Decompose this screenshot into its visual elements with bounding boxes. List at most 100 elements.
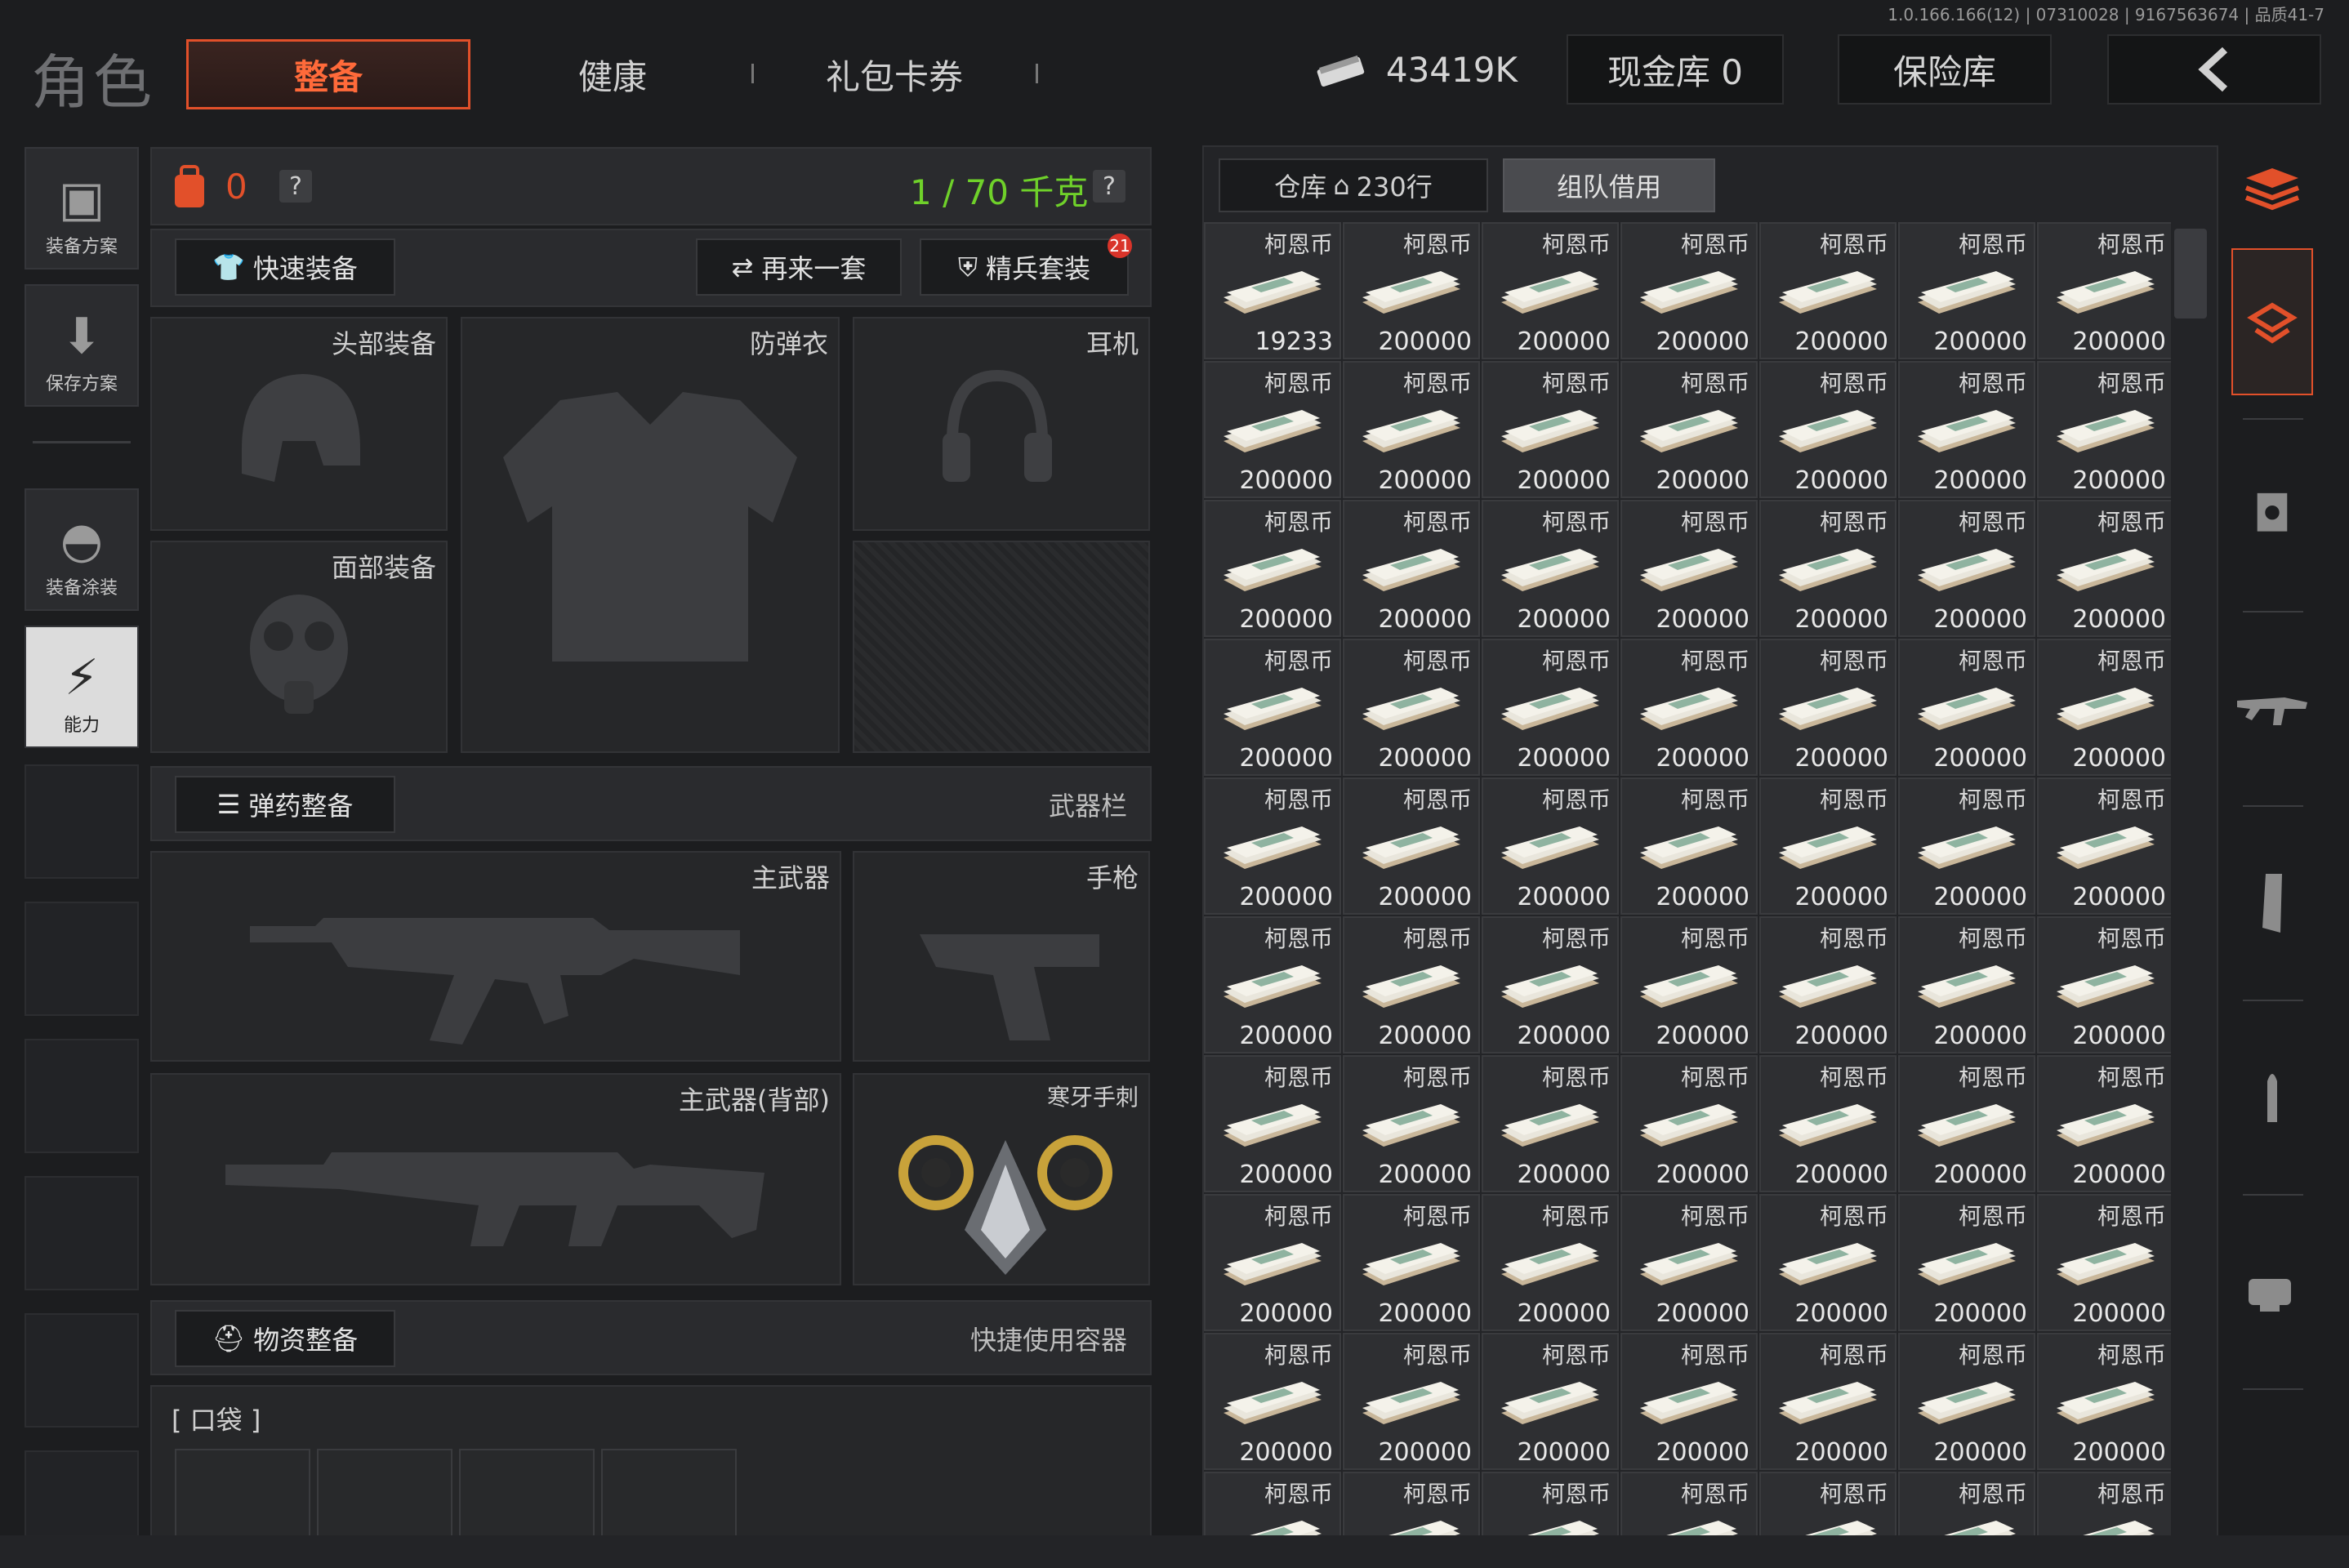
armor-icon[interactable]: ◘: [2231, 433, 2313, 596]
pocket-slot[interactable]: [601, 1449, 737, 1544]
face-gear-slot[interactable]: 面部装备: [150, 541, 448, 753]
warehouse-item[interactable]: 柯恩币: [1620, 1472, 1758, 1535]
warehouse-item[interactable]: 柯恩币 200000: [1759, 500, 1897, 637]
warehouse-scrollbar[interactable]: [2174, 229, 2207, 318]
warehouse-item[interactable]: 柯恩币 200000: [1482, 361, 1619, 498]
warehouse-item[interactable]: 柯恩币 200000: [2037, 361, 2171, 498]
attachment-icon[interactable]: [2231, 1210, 2313, 1374]
warehouse-item[interactable]: 柯恩币 200000: [2037, 1055, 2171, 1192]
warehouse-item[interactable]: 柯恩币 200000: [2037, 222, 2171, 359]
warehouse-item[interactable]: 柯恩币 200000: [1759, 1055, 1897, 1192]
warehouse-item[interactable]: 柯恩币 200000: [1759, 639, 1897, 776]
ammo-equip-button[interactable]: ☰ 弹药整备: [175, 776, 395, 833]
warehouse-item[interactable]: 柯恩币 200000: [1620, 1055, 1758, 1192]
warehouse-item[interactable]: 柯恩币 200000: [1204, 361, 1341, 498]
warehouse-item[interactable]: 柯恩币 200000: [1204, 1333, 1341, 1470]
all-items-icon[interactable]: [2231, 139, 2313, 237]
warehouse-item[interactable]: 柯恩币 200000: [2037, 500, 2171, 637]
pistol-slot[interactable]: 手枪: [853, 851, 1150, 1062]
warehouse-item[interactable]: 柯恩币 200000: [1620, 1194, 1758, 1331]
supplies-equip-button[interactable]: ⛑ 物资整备: [175, 1310, 395, 1367]
warehouse-item[interactable]: 柯恩币 19233: [1204, 222, 1341, 359]
warehouse-item[interactable]: 柯恩币 200000: [1482, 1333, 1619, 1470]
cash-vault-button[interactable]: 现金库 0: [1567, 34, 1784, 105]
melee-slot[interactable]: 寒牙手刺: [853, 1073, 1150, 1285]
warehouse-item[interactable]: 柯恩币 200000: [1343, 500, 1480, 637]
warehouse-item[interactable]: 柯恩币 200000: [1204, 639, 1341, 776]
warehouse-item[interactable]: 柯恩币: [2037, 1472, 2171, 1535]
warehouse-item[interactable]: 柯恩币 200000: [1204, 1194, 1341, 1331]
warehouse-item[interactable]: 柯恩币 200000: [1482, 916, 1619, 1054]
rifle-icon[interactable]: [2231, 627, 2313, 791]
sidebar-item-ability[interactable]: ⚡ 能力: [25, 626, 139, 748]
warehouse-item[interactable]: 柯恩币 200000: [1898, 639, 2035, 776]
warehouse-item[interactable]: 柯恩币: [1898, 1472, 2035, 1535]
headset-slot[interactable]: 耳机: [853, 317, 1150, 531]
warehouse-item[interactable]: 柯恩币 200000: [1620, 639, 1758, 776]
team-borrow-tab[interactable]: 组队借用: [1503, 158, 1715, 212]
armor-slot[interactable]: 防弹衣: [461, 317, 840, 753]
warehouse-item[interactable]: 柯恩币: [1204, 1472, 1341, 1535]
warehouse-item[interactable]: 柯恩币 200000: [1759, 916, 1897, 1054]
warehouse-item[interactable]: 柯恩币 200000: [1482, 500, 1619, 637]
warehouse-item[interactable]: 柯恩币: [1759, 1472, 1897, 1535]
warehouse-item[interactable]: 柯恩币 200000: [1343, 916, 1480, 1054]
warehouse-item[interactable]: 柯恩币 200000: [1482, 1055, 1619, 1192]
warehouse-item[interactable]: 柯恩币 200000: [1759, 361, 1897, 498]
warehouse-item[interactable]: 柯恩币 200000: [1898, 777, 2035, 915]
help-button[interactable]: ?: [279, 170, 312, 203]
warehouse-item[interactable]: 柯恩币 200000: [2037, 1194, 2171, 1331]
warehouse-item[interactable]: 柯恩币 200000: [1482, 777, 1619, 915]
magazine-icon[interactable]: [2231, 822, 2313, 985]
pocket-slot[interactable]: [317, 1449, 452, 1544]
warehouse-item[interactable]: 柯恩币 200000: [1204, 500, 1341, 637]
warehouse-item[interactable]: 柯恩币 200000: [1343, 1194, 1480, 1331]
warehouse-item[interactable]: 柯恩币 200000: [1898, 1333, 2035, 1470]
warehouse-item[interactable]: 柯恩币 200000: [1620, 361, 1758, 498]
warehouse-item[interactable]: 柯恩币 200000: [1898, 1194, 2035, 1331]
warehouse-item[interactable]: 柯恩币 200000: [1620, 1333, 1758, 1470]
warehouse-item[interactable]: 柯恩币 200000: [1759, 1194, 1897, 1331]
warehouse-item[interactable]: 柯恩币 200000: [1620, 500, 1758, 637]
warehouse-item[interactable]: 柯恩币 200000: [1482, 639, 1619, 776]
warehouse-item[interactable]: 柯恩币 200000: [1343, 361, 1480, 498]
warehouse-item[interactable]: 柯恩币 200000: [1343, 222, 1480, 359]
warehouse-item[interactable]: 柯恩币 200000: [1204, 1055, 1341, 1192]
warehouse-item[interactable]: 柯恩币 200000: [1759, 222, 1897, 359]
weight-help-button[interactable]: ?: [1093, 170, 1125, 203]
warehouse-item[interactable]: 柯恩币 200000: [1620, 777, 1758, 915]
warehouse-item[interactable]: 柯恩币 200000: [1204, 777, 1341, 915]
warehouse-item[interactable]: 柯恩币 200000: [1759, 1333, 1897, 1470]
warehouse-item[interactable]: 柯恩币 200000: [2037, 916, 2171, 1054]
warehouse-item[interactable]: 柯恩币 200000: [1898, 361, 2035, 498]
elite-kit-button[interactable]: ⛨ 精兵套装: [920, 238, 1129, 296]
sidebar-item-save-plan[interactable]: ⬇ 保存方案: [25, 284, 139, 407]
safe-button[interactable]: 保险库: [1838, 34, 2052, 105]
pocket-slot[interactable]: [175, 1449, 310, 1544]
equipment-icon[interactable]: [2231, 248, 2313, 395]
warehouse-item[interactable]: 柯恩币 200000: [2037, 639, 2171, 776]
warehouse-item[interactable]: 柯恩币 200000: [1898, 1055, 2035, 1192]
warehouse-item[interactable]: 柯恩币 200000: [1204, 916, 1341, 1054]
warehouse-item[interactable]: 柯恩币 200000: [1482, 1194, 1619, 1331]
tab-gift[interactable]: 礼包卡券: [784, 39, 1005, 109]
tab-equip[interactable]: 整备: [186, 39, 470, 109]
back-weapon-slot[interactable]: 主武器(背部): [150, 1073, 841, 1285]
warehouse-item[interactable]: 柯恩币 200000: [1343, 1333, 1480, 1470]
warehouse-item[interactable]: 柯恩币: [1482, 1472, 1619, 1535]
warehouse-item[interactable]: 柯恩币 200000: [2037, 777, 2171, 915]
warehouse-item[interactable]: 柯恩币 200000: [1898, 222, 2035, 359]
warehouse-item[interactable]: 柯恩币 200000: [1620, 916, 1758, 1054]
warehouse-item[interactable]: 柯恩币 200000: [2037, 1333, 2171, 1470]
warehouse-item[interactable]: 柯恩币: [1343, 1472, 1480, 1535]
warehouse-item[interactable]: 柯恩币 200000: [1898, 500, 2035, 637]
ammo-icon[interactable]: [2231, 1016, 2313, 1179]
warehouse-item[interactable]: 柯恩币 200000: [1343, 1055, 1480, 1192]
sidebar-item-skin[interactable]: ◓ 装备涂装: [25, 488, 139, 611]
pocket-slot[interactable]: [459, 1449, 595, 1544]
warehouse-item[interactable]: 柯恩币 200000: [1343, 639, 1480, 776]
tab-health[interactable]: 健康: [506, 39, 719, 109]
sidebar-item-loadout-plan[interactable]: ▣ 装备方案: [25, 147, 139, 270]
quick-equip-button[interactable]: 👕 快速装备: [175, 238, 395, 296]
warehouse-item[interactable]: 柯恩币 200000: [1343, 777, 1480, 915]
